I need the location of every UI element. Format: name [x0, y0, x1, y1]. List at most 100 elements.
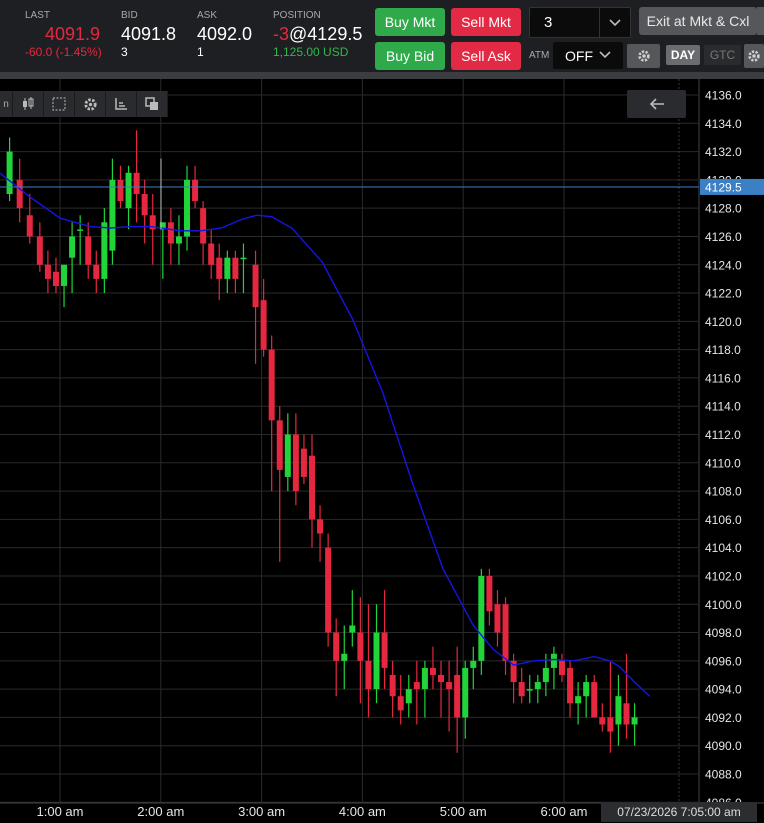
candle-body	[550, 653, 557, 668]
chevron-down-icon[interactable]	[599, 50, 623, 62]
quantity-value: 3	[544, 14, 553, 31]
x-tick-label: 3:00 am	[238, 804, 285, 819]
candle-body	[252, 264, 259, 308]
y-tick-label: 4124.0	[705, 258, 742, 272]
candle-body	[300, 448, 307, 477]
exit-mkt-cancel-button[interactable]: Exit at Mkt & Cxl	[639, 7, 757, 35]
candle-body	[591, 682, 598, 718]
candle-body	[583, 682, 590, 697]
candle-body	[184, 179, 191, 237]
candlestick-style-button[interactable]	[13, 91, 44, 117]
candle-body	[623, 703, 630, 725]
candle-body	[284, 434, 291, 477]
candle-body	[405, 689, 412, 704]
candle-body	[462, 667, 469, 718]
y-tick-label: 4108.0	[705, 485, 742, 499]
gear-icon	[748, 50, 760, 62]
atm-value: OFF	[565, 47, 593, 64]
candle-body	[175, 236, 182, 244]
x-tick-label: 6:00 am	[541, 804, 588, 819]
candle-body	[567, 667, 574, 704]
axis-button[interactable]	[106, 91, 137, 117]
candle-body	[542, 667, 549, 683]
candlestick-icon	[23, 97, 34, 110]
candle-body	[200, 208, 207, 244]
y-tick-label: 4132.0	[705, 145, 742, 159]
last-label: LAST	[25, 10, 51, 21]
sell-ask-button[interactable]: Sell Ask	[451, 42, 521, 70]
y-tick-label: 4100.0	[705, 598, 742, 612]
gear-icon	[83, 97, 97, 111]
candle-body	[357, 632, 364, 661]
ask-size: 1	[197, 45, 204, 59]
candle-body	[438, 674, 445, 683]
scroll-to-latest-button[interactable]	[627, 90, 686, 118]
candle-body	[26, 215, 33, 237]
candle-body	[125, 172, 132, 209]
buy-mkt-button[interactable]: Buy Mkt	[375, 8, 445, 36]
arrow-left-icon	[649, 98, 664, 110]
candle-body	[454, 674, 461, 718]
x-tick-label: 5:00 am	[440, 804, 487, 819]
candle-body	[526, 689, 533, 691]
candle-body	[518, 682, 525, 697]
position-price: @4129.5	[289, 24, 363, 44]
chevron-down-icon[interactable]	[600, 16, 630, 30]
sell-mkt-button[interactable]: Sell Mkt	[451, 8, 521, 36]
header-overflow	[757, 7, 764, 35]
candle-body	[413, 682, 420, 690]
quantity-selector[interactable]: 3	[529, 7, 631, 38]
y-tick-label: 4096.0	[705, 654, 742, 668]
order-settings-button[interactable]	[744, 44, 764, 68]
y-tick-label: 4120.0	[705, 315, 742, 329]
bid-label: BID	[121, 10, 138, 21]
candle-body	[502, 604, 509, 661]
chart-settings-button[interactable]	[75, 91, 106, 117]
candle-body	[486, 575, 493, 612]
candle-body	[101, 222, 108, 279]
candle-body	[341, 653, 348, 661]
cursor-time-tag: 07/23/2026 7:05:00 am	[601, 802, 757, 822]
candle-body	[69, 236, 76, 258]
candle-body	[325, 547, 332, 633]
y-tick-label: 4136.0	[705, 89, 742, 103]
bid-price: 4091.8	[121, 24, 177, 44]
last-price: 4091.9	[45, 24, 101, 44]
candle-body	[109, 179, 116, 251]
buy-bid-button[interactable]: Buy Bid	[375, 42, 445, 70]
toolbar-overflow[interactable]: n	[0, 91, 13, 117]
candle-body	[389, 674, 396, 697]
candle-body	[446, 682, 453, 690]
y-tick-label: 4092.0	[705, 711, 742, 725]
select-tool-button[interactable]	[44, 91, 75, 117]
candle-body	[534, 682, 541, 690]
y-tick-label: 4122.0	[705, 287, 742, 301]
chart-toolbar: n	[0, 91, 168, 117]
header-divider	[0, 72, 764, 79]
candle-body	[373, 632, 380, 690]
x-tick-label: 1:00 am	[37, 804, 84, 819]
position-price-label: 4129.5	[705, 180, 742, 194]
candle-body	[61, 264, 68, 286]
axis-icon	[115, 98, 127, 110]
atm-settings-button[interactable]	[627, 44, 660, 68]
candle-body	[36, 236, 43, 265]
ask-price: 4092.0	[197, 24, 253, 44]
atm-selector[interactable]: OFF	[553, 42, 623, 69]
candle-body	[575, 696, 582, 704]
tif-day-button[interactable]: DAY	[666, 45, 700, 65]
candle-body	[615, 696, 622, 725]
candle-body	[478, 575, 485, 661]
y-tick-label: 4118.0	[705, 343, 741, 357]
candle-body	[167, 222, 174, 244]
layers-button[interactable]	[137, 91, 168, 117]
price-chart[interactable]: 4136.04134.04132.04130.04128.04126.04124…	[0, 79, 764, 823]
tif-gtc-button[interactable]: GTC	[704, 45, 741, 65]
candle-body	[470, 660, 477, 668]
x-tick-label: 2:00 am	[137, 804, 184, 819]
candle-body	[117, 179, 124, 202]
candle-body	[141, 194, 148, 216]
y-tick-label: 4102.0	[705, 569, 742, 583]
candle-body	[6, 151, 13, 195]
y-tick-label: 4098.0	[705, 626, 742, 640]
